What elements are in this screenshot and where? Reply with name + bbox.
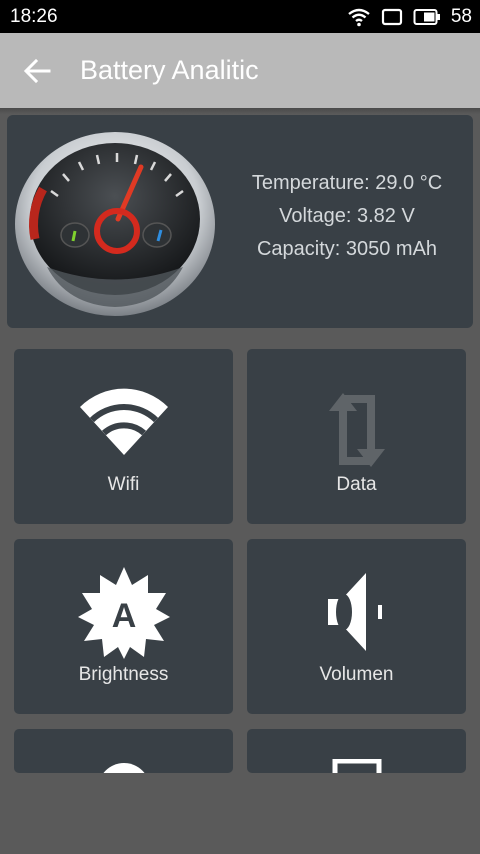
tile-label: Brightness <box>78 664 169 685</box>
screen-icon <box>381 8 402 26</box>
status-bar: 18:26 58 <box>0 0 480 33</box>
tile-volume[interactable]: Volumen <box>247 539 466 714</box>
wifi-icon <box>79 388 168 455</box>
data-sync-icon <box>328 393 385 467</box>
arrow-left-icon[interactable] <box>22 57 52 85</box>
tile-partial-right[interactable] <box>247 729 466 773</box>
status-icons: 58 <box>347 5 472 29</box>
battery-info-card: Temperature: 29.0 °C Voltage: 3.82 V Cap… <box>7 115 473 328</box>
wifi-icon <box>348 8 370 27</box>
battery-level: 58 <box>450 6 472 27</box>
temperature-value: Temperature: 29.0 °C <box>251 172 443 194</box>
square-icon <box>332 759 381 773</box>
page-title: Battery Analitic <box>80 55 259 85</box>
app-bar-shadow <box>0 108 480 114</box>
voltage-value: Voltage: 3.82 V <box>279 205 415 227</box>
status-time: 18:26 <box>10 6 58 27</box>
app-bar: Battery Analitic <box>0 33 480 108</box>
tile-label: Wifi <box>107 474 140 495</box>
tile-partial-left[interactable] <box>14 729 233 773</box>
battery-icon <box>413 9 440 25</box>
tile-brightness[interactable]: A Brightness <box>14 539 233 714</box>
tile-label: Data <box>336 474 377 495</box>
tile-data[interactable]: Data <box>247 349 466 524</box>
capacity-value: Capacity: 3050 mAh <box>256 238 438 260</box>
speedometer-icon <box>15 132 215 316</box>
tile-wifi[interactable]: Wifi <box>14 349 233 524</box>
speaker-icon <box>327 573 382 651</box>
battery-stats: Temperature: 29.0 °C Voltage: 3.82 V Cap… <box>232 167 462 266</box>
tile-label: Volumen <box>319 664 394 685</box>
brightness-auto-icon: A <box>77 567 170 659</box>
svg-text:A: A <box>111 597 136 635</box>
circle-icon <box>103 763 144 773</box>
